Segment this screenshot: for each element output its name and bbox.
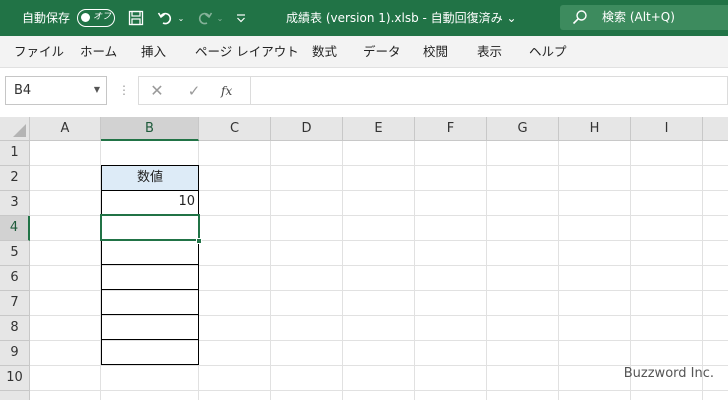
- gridline: [414, 141, 415, 400]
- column-header-j[interactable]: [703, 117, 728, 141]
- ribbon-tab-bar: ファイル ホーム 挿入 ページ レイアウト 数式 データ 校閲 表示 ヘルプ: [0, 36, 728, 68]
- redo-icon[interactable]: [196, 8, 214, 28]
- cell-b3[interactable]: 10: [101, 190, 199, 215]
- column-header-h[interactable]: H: [559, 117, 631, 141]
- enter-check-icon[interactable]: ✓: [186, 82, 202, 100]
- row-header-6[interactable]: 6: [0, 266, 30, 291]
- tab-insert[interactable]: 挿入: [141, 44, 166, 60]
- row-header-7[interactable]: 7: [0, 291, 30, 316]
- row-header-10[interactable]: 10: [0, 366, 30, 391]
- document-title[interactable]: 成績表 (version 1).xlsb - 自動回復済み ⌄: [286, 10, 517, 26]
- column-header-b[interactable]: B: [101, 117, 199, 141]
- tab-file[interactable]: ファイル: [14, 44, 64, 60]
- tab-formulas[interactable]: 数式: [312, 44, 337, 60]
- tab-home[interactable]: ホーム: [80, 44, 117, 60]
- tab-review[interactable]: 校閲: [423, 44, 448, 60]
- toggle-knob: [81, 13, 90, 22]
- chevron-down-icon[interactable]: ▼: [94, 85, 100, 94]
- gridline: [630, 141, 631, 400]
- tab-help[interactable]: ヘルプ: [529, 44, 567, 60]
- worksheet-grid[interactable]: A B C D E F G H I 1 2 3 4 5 6 7 8 9 10 数…: [0, 117, 728, 400]
- gridline: [558, 141, 559, 400]
- formula-buttons: ✕ ✓ fx: [138, 76, 250, 105]
- watermark: Buzzword Inc.: [623, 366, 714, 381]
- autosave-toggle-label: オフ: [93, 12, 112, 22]
- gridline: [486, 141, 487, 400]
- save-icon[interactable]: [126, 8, 146, 28]
- fill-handle[interactable]: [196, 238, 202, 244]
- row-header-2[interactable]: 2: [0, 166, 30, 191]
- cell-b2[interactable]: 数値: [101, 165, 199, 191]
- row-header-4[interactable]: 4: [0, 216, 30, 241]
- gridline: [270, 141, 271, 400]
- row-header-11[interactable]: [0, 391, 30, 400]
- redo-dropdown-icon[interactable]: ⌄: [215, 8, 225, 28]
- column-header-i[interactable]: I: [631, 117, 703, 141]
- search-box[interactable]: 検索 (Alt+Q): [560, 5, 728, 30]
- cell-b5[interactable]: [101, 240, 199, 265]
- select-all-button[interactable]: [0, 117, 30, 141]
- gridline: [702, 141, 703, 400]
- row-header-9[interactable]: 9: [0, 341, 30, 366]
- autosave-toggle[interactable]: オフ: [77, 9, 115, 27]
- column-header-a[interactable]: A: [30, 117, 101, 141]
- name-box[interactable]: B4 ▼: [5, 76, 107, 105]
- column-header-d[interactable]: D: [271, 117, 343, 141]
- customize-toolbar-icon[interactable]: [236, 8, 246, 28]
- search-placeholder: 検索 (Alt+Q): [602, 10, 675, 24]
- column-header-g[interactable]: G: [487, 117, 559, 141]
- active-cell-selection[interactable]: [100, 214, 200, 241]
- formula-bar-area: B4 ▼ ⋮ ✕ ✓ fx: [0, 68, 728, 114]
- select-all-triangle-icon: [13, 124, 26, 137]
- cell-b9[interactable]: [101, 340, 199, 365]
- gridline: [30, 390, 728, 391]
- autosave-label: 自動保存: [22, 11, 71, 25]
- column-header-f[interactable]: F: [415, 117, 487, 141]
- column-header-e[interactable]: E: [343, 117, 415, 141]
- cell-b6[interactable]: [101, 265, 199, 290]
- name-box-value: B4: [14, 83, 32, 98]
- row-header-3[interactable]: 3: [0, 191, 30, 216]
- tab-page-layout[interactable]: ページ レイアウト: [195, 44, 299, 60]
- cell-b8[interactable]: [101, 315, 199, 340]
- column-header-c[interactable]: C: [199, 117, 271, 141]
- formula-bar-grip-icon[interactable]: ⋮: [118, 82, 130, 98]
- undo-dropdown-icon[interactable]: ⌄: [176, 8, 186, 28]
- undo-icon[interactable]: [156, 8, 174, 28]
- search-icon: [572, 9, 588, 25]
- cancel-icon[interactable]: ✕: [149, 82, 165, 100]
- title-bar: 自動保存 オフ ⌄ ⌄ 成績表 (version 1).xlsb - 自動回復済…: [0, 0, 728, 36]
- cell-b7[interactable]: [101, 290, 199, 315]
- insert-function-icon[interactable]: fx: [221, 83, 241, 101]
- gridline: [342, 141, 343, 400]
- row-header-5[interactable]: 5: [0, 241, 30, 266]
- row-header-8[interactable]: 8: [0, 316, 30, 341]
- formula-input[interactable]: [250, 76, 728, 105]
- tab-data[interactable]: データ: [363, 44, 401, 60]
- tab-view[interactable]: 表示: [477, 44, 502, 60]
- row-header-1[interactable]: 1: [0, 141, 30, 166]
